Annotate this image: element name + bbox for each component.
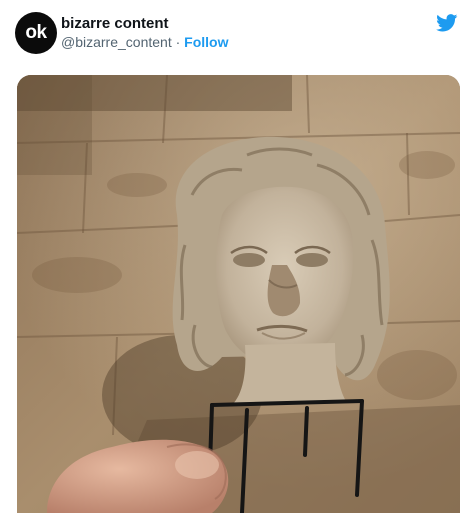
photo-illustration	[17, 75, 460, 513]
user-handle[interactable]: @bizarre_content	[61, 34, 172, 50]
handle-line: @bizarre_content · Follow	[61, 34, 229, 50]
display-name[interactable]: bizarre content	[61, 15, 169, 32]
avatar[interactable]: ok	[15, 12, 57, 54]
tweet-header: ok bizarre content @bizarre_content · Fo…	[0, 0, 474, 70]
statue-photo[interactable]	[17, 75, 460, 513]
separator-dot: ·	[175, 34, 181, 50]
tweet-card: ok bizarre content @bizarre_content · Fo…	[0, 0, 474, 513]
twitter-bird-icon[interactable]	[436, 14, 458, 32]
avatar-text: ok	[25, 22, 47, 43]
follow-button[interactable]: Follow	[184, 34, 228, 50]
